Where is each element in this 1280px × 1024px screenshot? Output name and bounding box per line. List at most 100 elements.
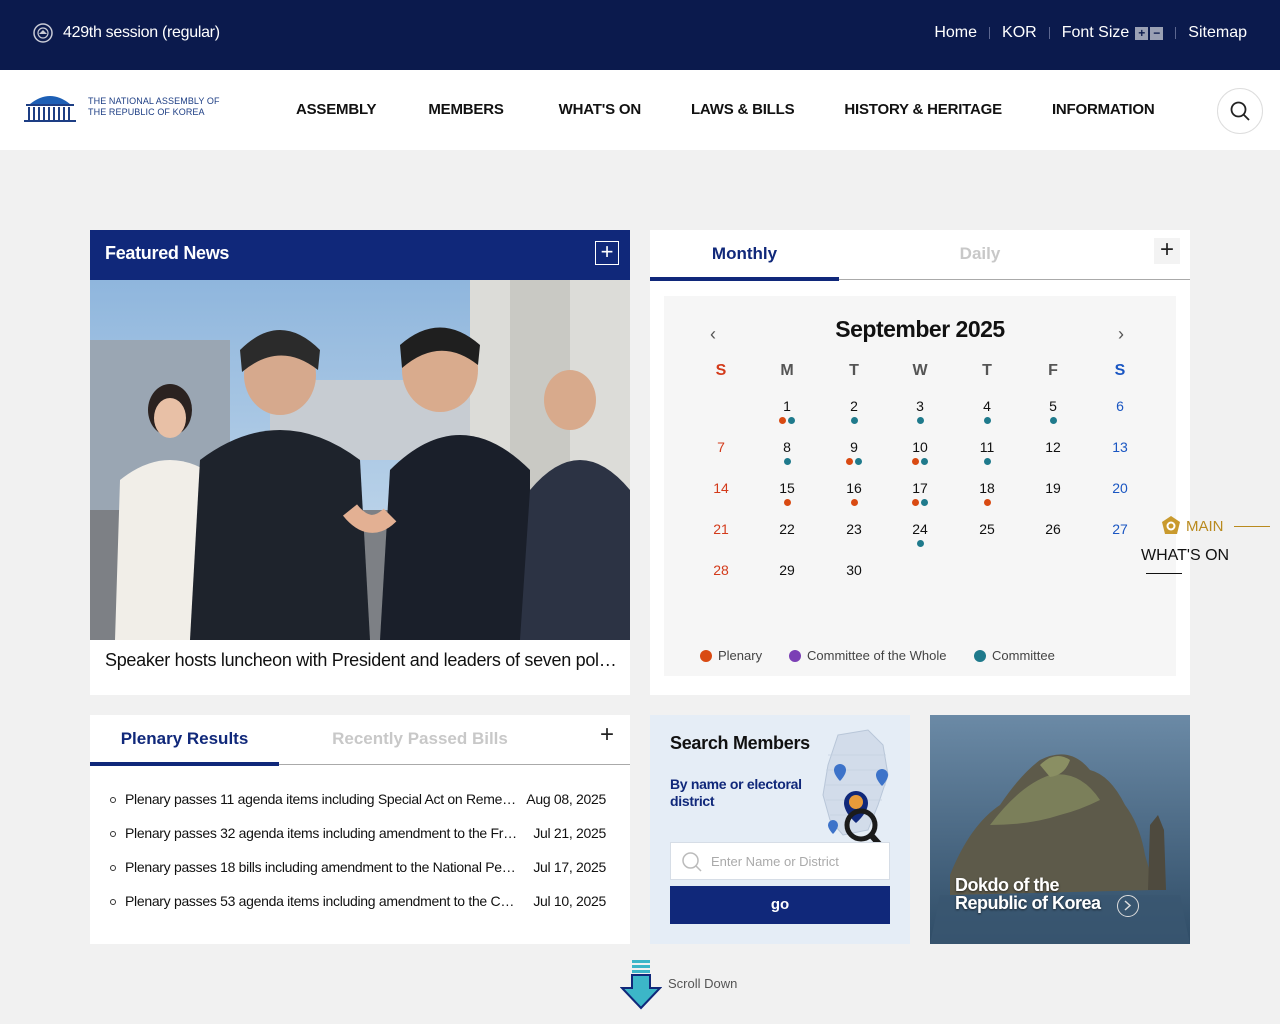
plenary-more-button[interactable]: + bbox=[594, 723, 620, 749]
calendar-day[interactable]: 20 bbox=[1100, 480, 1140, 496]
legend-committee-whole: Committee of the Whole bbox=[789, 648, 946, 663]
main-header: THE NATIONAL ASSEMBLY OF THE REPUBLIC OF… bbox=[0, 70, 1280, 150]
featured-news-caption[interactable]: Speaker hosts luncheon with President an… bbox=[105, 650, 620, 671]
section-main-link[interactable]: MAIN bbox=[1160, 515, 1270, 537]
calendar-day[interactable]: 24 bbox=[900, 521, 940, 537]
font-decrease-button[interactable]: − bbox=[1150, 26, 1164, 40]
plenary-dot-icon bbox=[700, 649, 712, 662]
section-whats-on-link[interactable]: WHAT'S ON bbox=[1141, 547, 1270, 583]
event-dots bbox=[967, 499, 1007, 506]
search-members-field[interactable] bbox=[670, 842, 890, 880]
plenary-tabs: Plenary Results Recently Passed Bills + bbox=[90, 715, 630, 766]
search-button[interactable] bbox=[1217, 88, 1263, 134]
korea-map-icon bbox=[822, 729, 889, 845]
logo-line: THE REPUBLIC OF KOREA bbox=[88, 107, 205, 117]
calendar-day[interactable]: 1 bbox=[767, 398, 807, 414]
legend-committee: Committee bbox=[974, 648, 1055, 663]
committee-whole-dot-icon bbox=[789, 649, 801, 662]
calendar-day[interactable]: 5 bbox=[1033, 398, 1073, 414]
scroll-down-label: Scroll Down bbox=[668, 976, 738, 991]
calendar-day[interactable]: 9 bbox=[834, 439, 874, 455]
tab-monthly[interactable]: Monthly bbox=[650, 244, 839, 264]
calendar-day[interactable]: 26 bbox=[1033, 521, 1073, 537]
featured-news-more-button[interactable]: + bbox=[595, 241, 619, 265]
list-item-date: Jul 17, 2025 bbox=[533, 859, 606, 875]
tab-daily[interactable]: Daily bbox=[886, 244, 1074, 264]
calendar-day[interactable]: 16 bbox=[834, 480, 874, 496]
nav-whats-on[interactable]: WHAT'S ON bbox=[559, 101, 642, 118]
featured-news-photo[interactable] bbox=[90, 280, 630, 640]
event-dots bbox=[967, 458, 1007, 465]
calendar-day[interactable]: 25 bbox=[967, 521, 1007, 537]
arrow-down-icon bbox=[619, 960, 663, 1010]
calendar-day[interactable]: 29 bbox=[767, 562, 807, 578]
main-nav: ASSEMBLY MEMBERS WHAT'S ON LAWS & BILLS … bbox=[296, 101, 1155, 118]
list-item-date: Aug 08, 2025 bbox=[526, 791, 606, 807]
tab-recently-passed-bills[interactable]: Recently Passed Bills bbox=[326, 729, 514, 749]
calendar-day[interactable]: 28 bbox=[701, 562, 741, 578]
search-members-go-button[interactable]: go bbox=[670, 886, 890, 924]
list-item[interactable]: Plenary passes 32 agenda items including… bbox=[108, 825, 608, 859]
calendar-day[interactable]: 17 bbox=[900, 480, 940, 496]
nav-members[interactable]: MEMBERS bbox=[428, 101, 503, 118]
chevron-right-icon[interactable] bbox=[1117, 895, 1139, 917]
tab-plenary-results[interactable]: Plenary Results bbox=[90, 729, 279, 749]
featured-news-header: Featured News + bbox=[90, 230, 630, 280]
calendar-day[interactable]: 6 bbox=[1100, 398, 1140, 414]
top-utility-bar: 429th session (regular) Home KOR Font Si… bbox=[0, 0, 1280, 70]
calendar-day[interactable]: 21 bbox=[701, 521, 741, 537]
nav-laws-bills[interactable]: LAWS & BILLS bbox=[691, 101, 795, 118]
calendar-day[interactable]: 27 bbox=[1100, 521, 1140, 537]
search-icon bbox=[1230, 101, 1250, 121]
list-item[interactable]: Plenary passes 11 agenda items including… bbox=[108, 791, 608, 825]
next-month-button[interactable]: › bbox=[1118, 324, 1124, 345]
legend-label: Plenary bbox=[718, 648, 763, 663]
calendar-day[interactable]: 18 bbox=[967, 480, 1007, 496]
list-item[interactable]: Plenary passes 53 agenda items including… bbox=[108, 893, 608, 927]
bullet-icon bbox=[110, 797, 116, 803]
calendar-day[interactable]: 4 bbox=[967, 398, 1007, 414]
calendar-day[interactable]: 23 bbox=[834, 521, 874, 537]
bullet-icon bbox=[110, 831, 116, 837]
dokdo-title-line: Dokdo of the bbox=[955, 875, 1059, 895]
language-link[interactable]: KOR bbox=[1002, 24, 1037, 42]
calendar-day[interactable]: 13 bbox=[1100, 439, 1140, 455]
plenary-results-card: Plenary Results Recently Passed Bills + … bbox=[90, 715, 630, 944]
calendar-day[interactable]: 22 bbox=[767, 521, 807, 537]
list-item[interactable]: Plenary passes 18 bills including amendm… bbox=[108, 859, 608, 893]
divider bbox=[1175, 27, 1177, 39]
calendar-day[interactable]: 11 bbox=[967, 439, 1007, 455]
nav-history-heritage[interactable]: HISTORY & HERITAGE bbox=[844, 101, 1002, 118]
session-indicator: 429th session (regular) bbox=[32, 22, 220, 44]
search-members-card: Search Members By name or electoral dist… bbox=[650, 715, 910, 944]
sitemap-link[interactable]: Sitemap bbox=[1188, 24, 1247, 42]
home-link[interactable]: Home bbox=[934, 24, 977, 42]
divider bbox=[1048, 27, 1050, 39]
list-item-title: Plenary passes 18 bills including amendm… bbox=[125, 859, 520, 875]
calendar-day[interactable]: 2 bbox=[834, 398, 874, 414]
dokdo-banner[interactable]: Dokdo of the Republic of Korea bbox=[930, 715, 1190, 944]
scroll-down-indicator[interactable]: Scroll Down bbox=[619, 960, 760, 1010]
legend-plenary: Plenary bbox=[700, 648, 762, 663]
event-dots bbox=[967, 417, 1007, 424]
font-increase-button[interactable]: + bbox=[1135, 26, 1149, 40]
featured-news-title: Featured News bbox=[105, 243, 230, 263]
calendar-day[interactable]: 14 bbox=[701, 480, 741, 496]
calendar-day[interactable]: 30 bbox=[834, 562, 874, 578]
calendar-day[interactable]: 12 bbox=[1033, 439, 1073, 455]
assembly-emblem-icon bbox=[1162, 516, 1180, 534]
calendar-day[interactable]: 15 bbox=[767, 480, 807, 496]
calendar-day[interactable]: 8 bbox=[767, 439, 807, 455]
bullet-icon bbox=[110, 865, 116, 871]
calendar-day[interactable]: 19 bbox=[1033, 480, 1073, 496]
calendar-day[interactable]: 3 bbox=[900, 398, 940, 414]
weekday-fri: F bbox=[1048, 362, 1058, 379]
calendar-day[interactable]: 7 bbox=[701, 439, 741, 455]
event-dots bbox=[834, 417, 874, 424]
calendar-more-button[interactable]: + bbox=[1154, 238, 1180, 264]
nav-assembly[interactable]: ASSEMBLY bbox=[296, 101, 377, 118]
search-members-input[interactable] bbox=[711, 843, 886, 879]
site-logo[interactable]: THE NATIONAL ASSEMBLY OF THE REPUBLIC OF… bbox=[20, 90, 220, 124]
nav-information[interactable]: INFORMATION bbox=[1052, 101, 1155, 118]
calendar-day[interactable]: 10 bbox=[900, 439, 940, 455]
